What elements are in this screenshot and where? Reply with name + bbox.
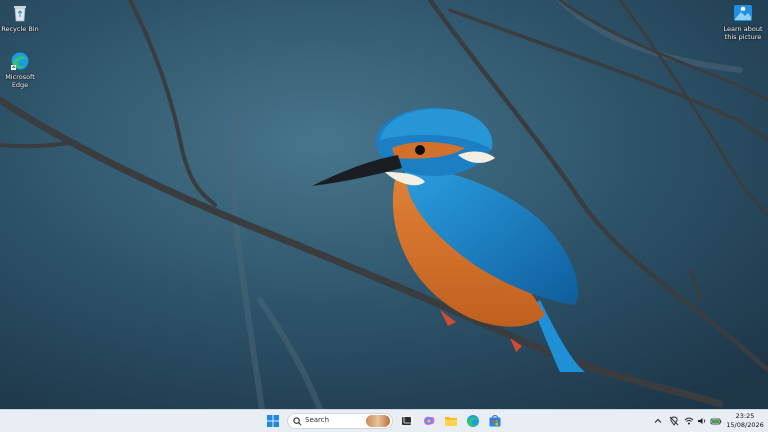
search-highlight-image <box>366 415 390 427</box>
desktop-icon-edge[interactable]: Microsoft Edge <box>0 51 40 89</box>
desktop: Recycle Bin Microsoft Edge Learn about t… <box>0 0 768 432</box>
copilot-icon <box>424 416 435 425</box>
chevron-up-icon[interactable] <box>653 416 663 426</box>
wifi-icon[interactable] <box>684 416 694 426</box>
learn-picture-icon <box>734 5 752 21</box>
store-button[interactable] <box>487 413 503 429</box>
file-explorer-icon <box>445 417 457 426</box>
file-explorer-button[interactable] <box>443 413 459 429</box>
desktop-icon-label: Microsoft Edge <box>5 73 35 89</box>
battery-icon[interactable] <box>710 416 722 426</box>
wallpaper-kingfisher <box>0 0 768 409</box>
clock-time: 23:25 <box>735 412 755 420</box>
copilot-button[interactable] <box>421 413 437 429</box>
search-icon <box>293 417 302 426</box>
edge-taskbar-button[interactable] <box>465 413 481 429</box>
recycle-bin-icon <box>14 6 26 22</box>
edge-icon <box>11 52 29 70</box>
desktop-icon-label: Recycle Bin <box>1 25 39 33</box>
store-icon <box>489 415 501 427</box>
taskbar: Search 23:25 15/08/2026 <box>0 409 768 432</box>
taskbar-search[interactable]: Search <box>287 413 393 429</box>
task-view-icon <box>402 415 413 425</box>
desktop-icon-learn-about-picture[interactable]: Learn about this picture <box>720 3 766 41</box>
volume-icon[interactable] <box>697 416 707 426</box>
system-clock[interactable]: 23:25 15/08/2026 <box>724 412 766 430</box>
start-icon <box>267 415 279 427</box>
clock-date: 15/08/2026 <box>726 421 764 429</box>
desktop-icon-recycle-bin[interactable]: Recycle Bin <box>0 3 40 33</box>
start-button[interactable] <box>265 413 281 429</box>
search-placeholder: Search <box>305 416 330 424</box>
task-view-button[interactable] <box>399 413 415 429</box>
location-off-icon[interactable] <box>669 416 679 426</box>
desktop-icon-label: Learn about this picture <box>723 25 763 41</box>
edge-icon <box>467 415 479 427</box>
